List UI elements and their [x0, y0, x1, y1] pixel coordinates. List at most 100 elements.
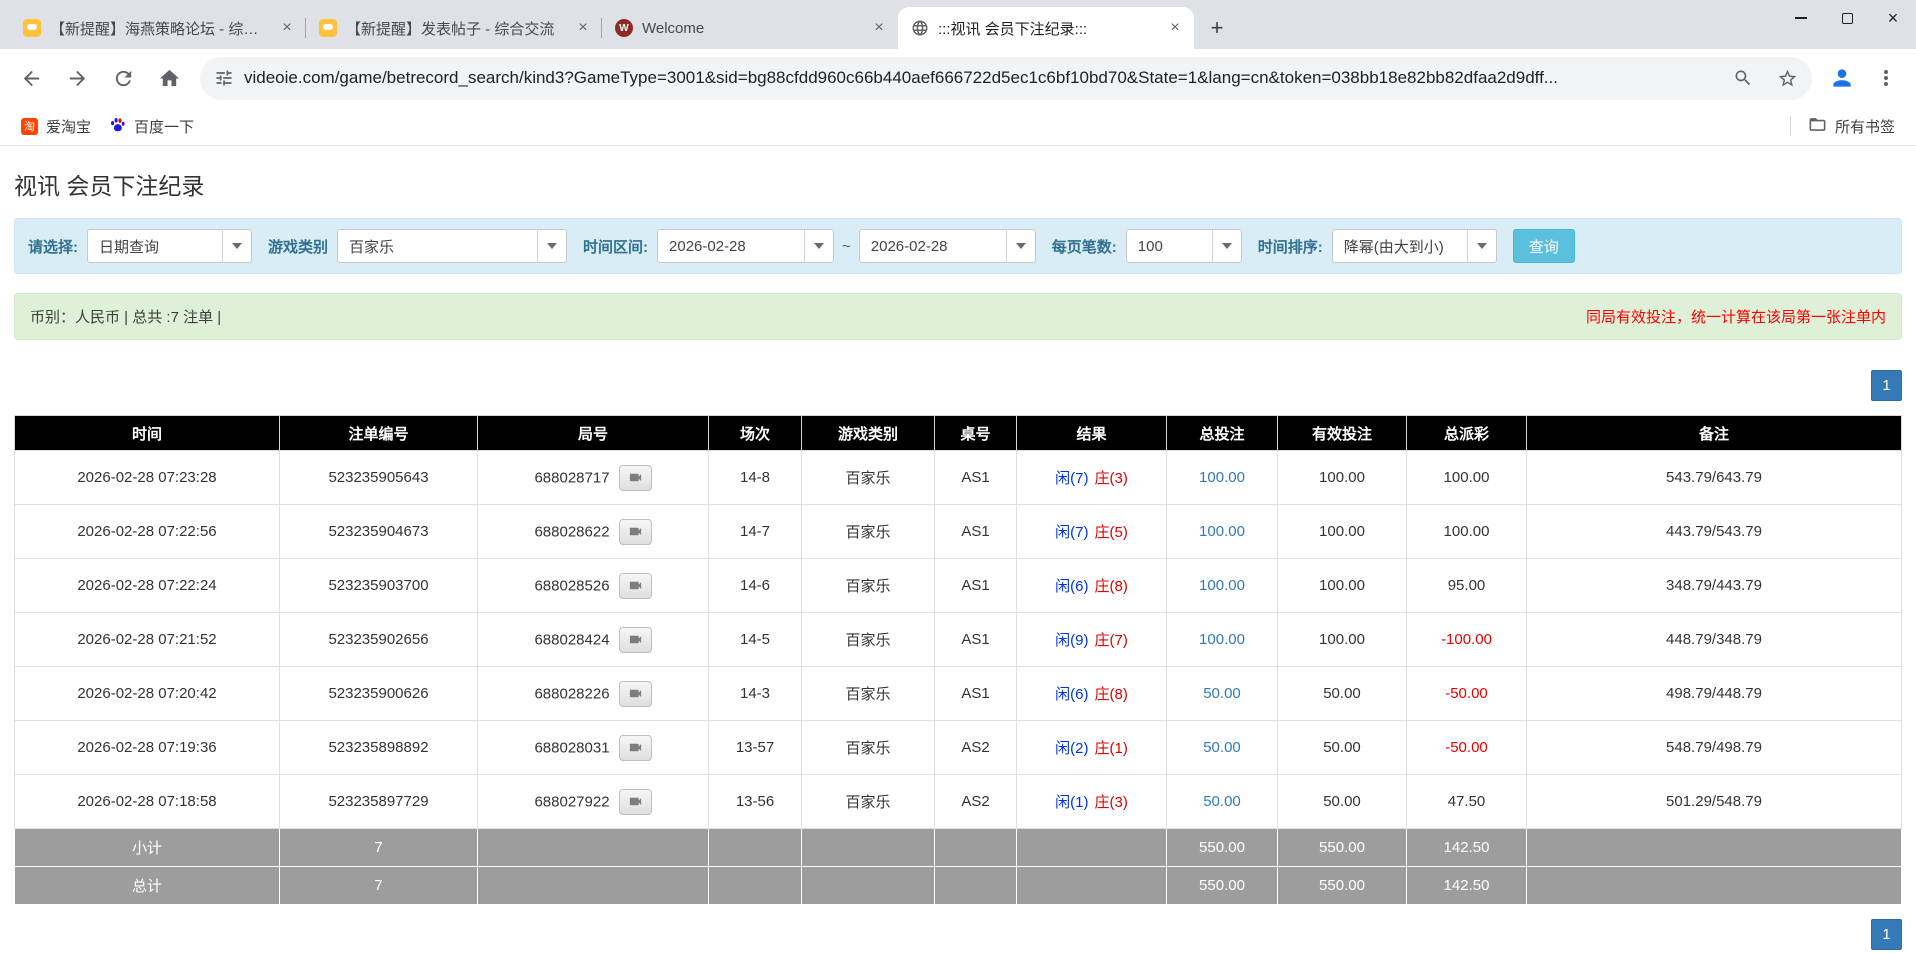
subtotal-valid-bet: 550.00: [1278, 829, 1407, 867]
subtotal-payout: 142.50: [1407, 829, 1527, 867]
video-replay-button[interactable]: [619, 519, 652, 545]
table-row: 2026-02-28 07:18:58 523235897729 6880279…: [15, 775, 1902, 829]
forum-icon: [319, 19, 337, 37]
cell-payout: 100.00: [1407, 451, 1527, 505]
total-bet-link[interactable]: 100.00: [1199, 577, 1245, 594]
cell-note: 501.29/548.79: [1527, 775, 1902, 829]
close-icon[interactable]: ×: [276, 17, 298, 39]
video-replay-button[interactable]: [619, 465, 652, 491]
query-type-value: 日期查询: [88, 236, 222, 257]
video-replay-button[interactable]: [619, 735, 652, 761]
total-bet-link[interactable]: 100.00: [1199, 523, 1245, 540]
cell-note: 448.79/348.79: [1527, 613, 1902, 667]
video-replay-button[interactable]: [619, 573, 652, 599]
bookmark-taobao[interactable]: 淘 爱淘宝: [12, 111, 100, 141]
profile-avatar[interactable]: [1822, 58, 1862, 98]
cell-time: 2026-02-28 07:22:24: [15, 559, 280, 613]
maximize-button[interactable]: [1824, 0, 1870, 36]
close-icon[interactable]: ×: [868, 17, 890, 39]
window-close-button[interactable]: ×: [1870, 0, 1916, 36]
sort-order-value: 降幂(由大到小): [1333, 236, 1467, 257]
cell-total-bet: 100.00: [1167, 451, 1278, 505]
cell-time: 2026-02-28 07:21:52: [15, 613, 280, 667]
date-from-select[interactable]: 2026-02-28: [657, 229, 834, 263]
site-settings-icon[interactable]: [214, 68, 234, 88]
page-size-select[interactable]: 100: [1126, 229, 1242, 263]
round-number: 688028622: [534, 523, 609, 540]
cell-valid-bet: 50.00: [1278, 667, 1407, 721]
cell-session: 14-8: [709, 451, 802, 505]
window-controls: ×: [1778, 0, 1916, 36]
col-header-table: 桌号: [935, 416, 1017, 451]
cell-valid-bet: 100.00: [1278, 451, 1407, 505]
all-bookmarks-button[interactable]: 所有书签: [1799, 111, 1904, 141]
bookmark-star-icon[interactable]: [1770, 61, 1804, 95]
cell-time: 2026-02-28 07:20:42: [15, 667, 280, 721]
page-content: 视讯 会员下注纪录 请选择: 日期查询 游戏类别 百家乐 时间区间: 202: [0, 167, 1916, 950]
new-tab-button[interactable]: +: [1202, 13, 1232, 43]
tab-forum-2[interactable]: 【新提醒】发表帖子 - 综合交流 ×: [306, 7, 602, 49]
cell-game: 百家乐: [802, 775, 935, 829]
video-replay-button[interactable]: [619, 681, 652, 707]
pagination-bottom: 1: [14, 919, 1902, 950]
cell-session: 14-3: [709, 667, 802, 721]
total-bet-link[interactable]: 50.00: [1203, 793, 1241, 810]
tab-bet-records[interactable]: :::视讯 会员下注纪录::: ×: [898, 7, 1194, 49]
zoom-icon[interactable]: [1726, 61, 1760, 95]
date-to-select[interactable]: 2026-02-28: [859, 229, 1036, 263]
url-text[interactable]: videoie.com/game/betrecord_search/kind3?…: [244, 68, 1716, 88]
cell-result: 闲(7)庄(3): [1017, 451, 1167, 505]
minimize-button[interactable]: [1778, 0, 1824, 36]
cell-bet-id: 523235898892: [280, 721, 478, 775]
round-number: 688028526: [534, 577, 609, 594]
reload-button[interactable]: [102, 57, 144, 99]
page-1-button[interactable]: 1: [1871, 370, 1902, 401]
home-button[interactable]: [148, 57, 190, 99]
forum-icon: [23, 19, 41, 37]
sort-order-select[interactable]: 降幂(由大到小): [1332, 229, 1497, 263]
round-number: 688028226: [534, 685, 609, 702]
cell-valid-bet: 50.00: [1278, 775, 1407, 829]
sort-order-label: 时间排序:: [1258, 236, 1323, 257]
cell-total-bet: 50.00: [1167, 667, 1278, 721]
col-header-payout: 总派彩: [1407, 416, 1527, 451]
close-icon[interactable]: ×: [1164, 17, 1186, 39]
tab-welcome[interactable]: W Welcome ×: [602, 7, 898, 49]
total-bet-link[interactable]: 100.00: [1199, 469, 1245, 486]
video-replay-button[interactable]: [619, 789, 652, 815]
result-banker: 庄(8): [1095, 578, 1128, 595]
summary-text: 币别：人民币 | 总共 :7 注单 |: [30, 306, 221, 327]
address-bar[interactable]: videoie.com/game/betrecord_search/kind3?…: [200, 57, 1812, 100]
total-bet-link[interactable]: 50.00: [1203, 739, 1241, 756]
tab-forum-1[interactable]: 【新提醒】海燕策略论坛 - 综合... ×: [10, 7, 306, 49]
cell-result: 闲(2)庄(1): [1017, 721, 1167, 775]
total-bet-link[interactable]: 50.00: [1203, 685, 1241, 702]
back-button[interactable]: [10, 57, 52, 99]
page-1-button[interactable]: 1: [1871, 919, 1902, 950]
subtotal-row: 小计 7 550.00 550.00 142.50: [15, 829, 1902, 867]
bookmark-label: 爱淘宝: [46, 116, 91, 137]
cell-session: 14-5: [709, 613, 802, 667]
col-header-session: 场次: [709, 416, 802, 451]
cell-note: 548.79/498.79: [1527, 721, 1902, 775]
cell-game: 百家乐: [802, 505, 935, 559]
forward-button[interactable]: [56, 57, 98, 99]
video-replay-button[interactable]: [619, 627, 652, 653]
cell-time: 2026-02-28 07:23:28: [15, 451, 280, 505]
cell-result: 闲(6)庄(8): [1017, 559, 1167, 613]
cell-valid-bet: 50.00: [1278, 721, 1407, 775]
search-button[interactable]: 查询: [1513, 229, 1575, 263]
table-body: 2026-02-28 07:23:28 523235905643 6880287…: [15, 451, 1902, 829]
bookmark-label: 百度一下: [134, 116, 194, 137]
chevron-down-icon: [537, 230, 566, 262]
query-type-select[interactable]: 日期查询: [87, 229, 252, 263]
bookmark-baidu[interactable]: 百度一下: [100, 111, 203, 141]
result-banker: 庄(1): [1095, 740, 1128, 757]
cell-round: 688027922: [478, 775, 709, 829]
total-bet-link[interactable]: 100.00: [1199, 631, 1245, 648]
game-type-select[interactable]: 百家乐: [337, 229, 567, 263]
col-header-game: 游戏类别: [802, 416, 935, 451]
menu-dots-icon[interactable]: [1866, 58, 1906, 98]
close-icon[interactable]: ×: [572, 17, 594, 39]
cell-bet-id: 523235905643: [280, 451, 478, 505]
